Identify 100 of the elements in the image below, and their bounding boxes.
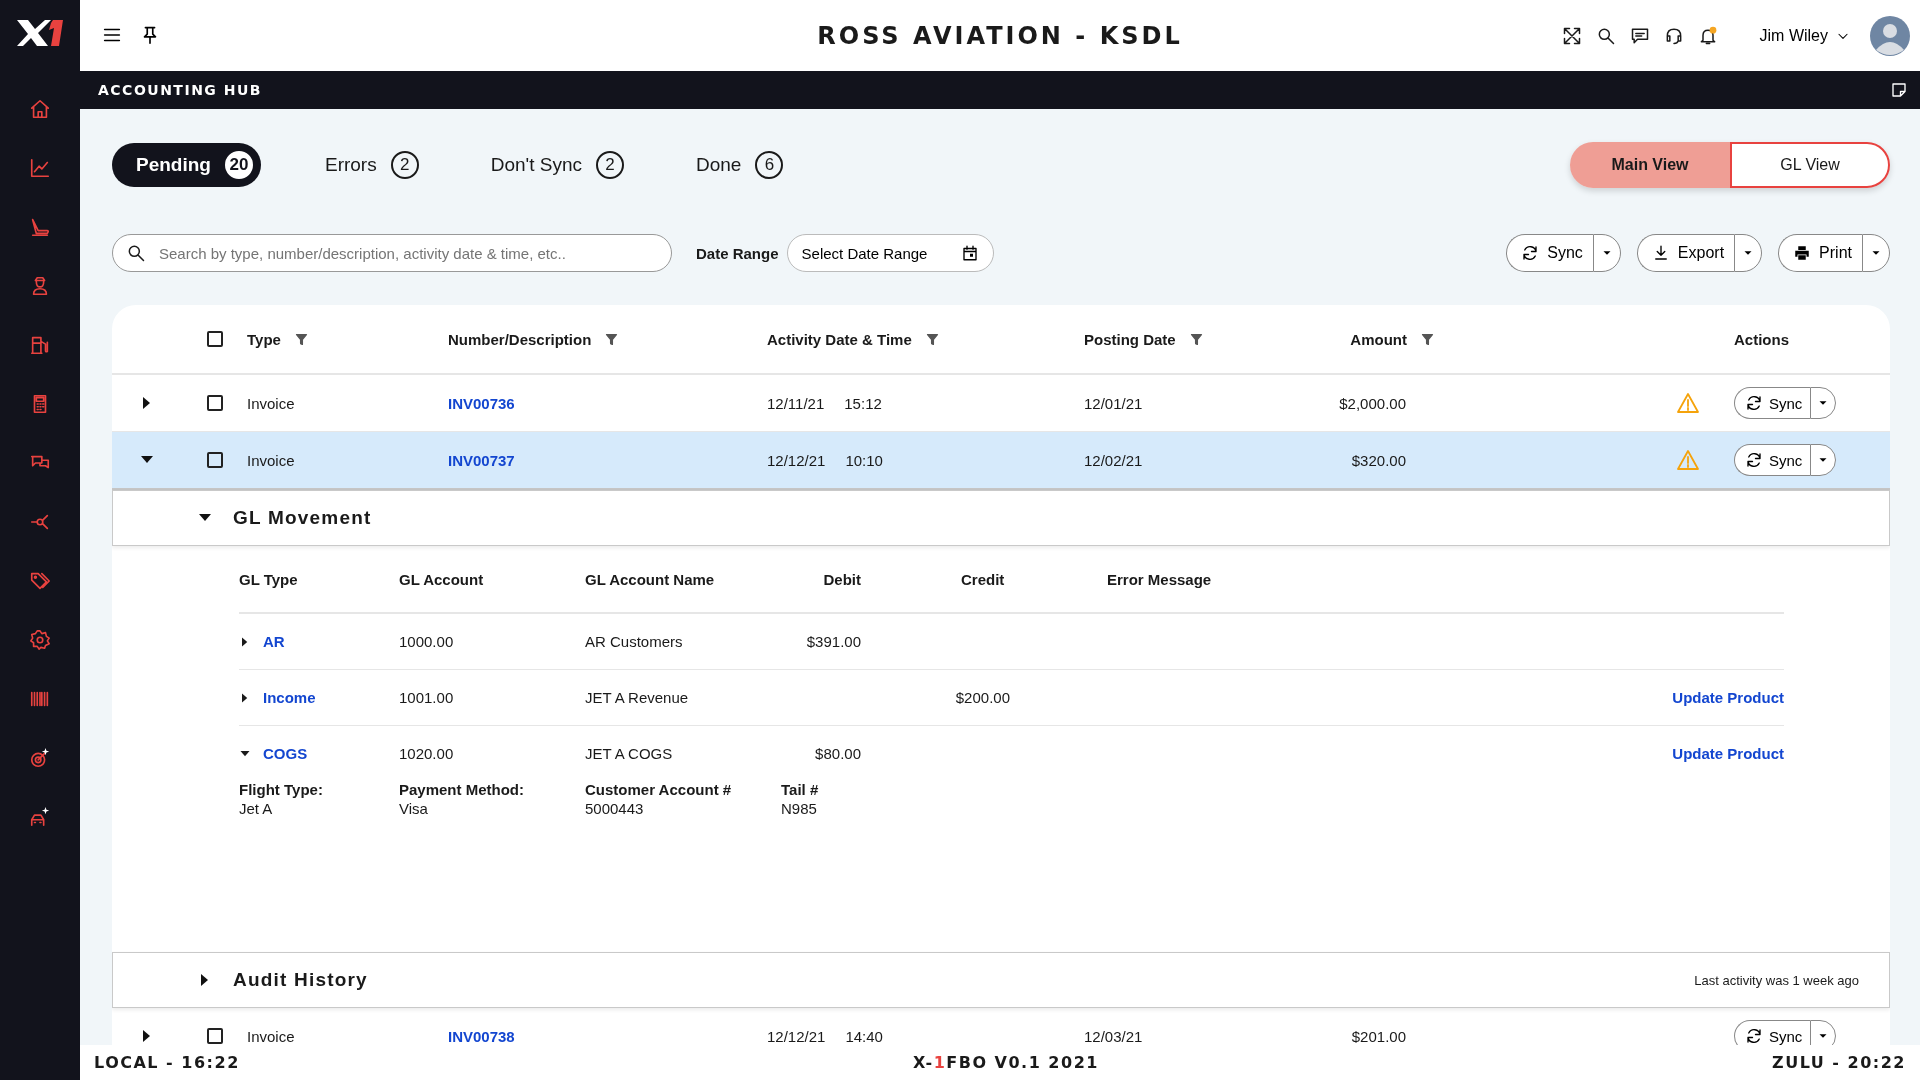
- checkbox[interactable]: [206, 331, 223, 347]
- detail-label: Tail #: [781, 781, 820, 798]
- filter-icon[interactable]: [294, 332, 308, 346]
- table-cell: 1020.00: [399, 745, 454, 762]
- invoice-link[interactable]: INV00736: [448, 394, 515, 412]
- column-header: Error Message: [1107, 570, 1212, 588]
- date-cell: 12/12/21: [767, 451, 826, 469]
- tab[interactable]: Don't Sync 2: [466, 143, 632, 187]
- section-header[interactable]: GL Movement: [112, 490, 1890, 546]
- column-header: GL Account: [399, 570, 484, 588]
- update-product-link[interactable]: Update Product: [1672, 689, 1784, 706]
- section-title: Audit History: [233, 969, 368, 991]
- date-range-label: Date Range: [696, 244, 779, 262]
- view-toggle[interactable]: Main View: [1570, 142, 1730, 188]
- table-cell: 1001.00: [399, 689, 454, 706]
- sync-icon[interactable]: [1521, 244, 1540, 262]
- detail-label: Customer Account #: [585, 781, 733, 798]
- sync-icon[interactable]: [1745, 1027, 1763, 1045]
- column-header: Actions: [1734, 330, 1789, 348]
- filter-icon[interactable]: [1189, 332, 1203, 346]
- table-cell: Invoice: [247, 451, 295, 469]
- column-header: GL Type: [239, 570, 298, 588]
- avatar[interactable]: [1870, 15, 1910, 56]
- expand-icon[interactable]: [1561, 25, 1582, 46]
- date-cell: 12/11/21: [767, 394, 825, 412]
- debit-cell: $391.00: [806, 633, 861, 650]
- gl-type-link[interactable]: Income: [263, 689, 316, 706]
- filter-icon[interactable]: [605, 332, 619, 346]
- sync-icon[interactable]: [1745, 394, 1763, 412]
- logo-icon: [15, 18, 65, 48]
- car-sparkle-icon[interactable]: [29, 806, 51, 828]
- toolbar-button[interactable]: Sync: [1506, 234, 1593, 272]
- column-header: Activity Date & Time: [767, 330, 912, 348]
- column-header: GL Account Name: [585, 570, 715, 588]
- local-time: LOCAL - 16:22: [94, 1053, 240, 1072]
- column-header: Credit: [961, 570, 1005, 588]
- section-title: GL Movement: [233, 507, 372, 529]
- section-header[interactable]: Audit History Last activity was 1 week ago: [112, 952, 1890, 1008]
- detail-label: Payment Method:: [399, 781, 525, 798]
- page-title: ACCOUNTING HUB: [98, 82, 262, 98]
- settings-icon[interactable]: [29, 629, 51, 651]
- amount-cell: $320.00: [1351, 451, 1406, 469]
- tab[interactable]: Errors 2: [300, 143, 427, 187]
- checkbox[interactable]: [206, 452, 223, 468]
- tab[interactable]: Done 6: [671, 143, 792, 187]
- fuel-pump-icon[interactable]: [29, 334, 51, 356]
- toolbar-button[interactable]: Export: [1636, 234, 1735, 272]
- home-icon[interactable]: [29, 98, 51, 120]
- filter-icon[interactable]: [925, 332, 939, 346]
- note-icon[interactable]: [1890, 81, 1908, 99]
- target-sparkle-icon[interactable]: [29, 747, 51, 769]
- user-menu[interactable]: Jim Wiley: [1753, 25, 1856, 46]
- printer-icon[interactable]: [1793, 244, 1812, 262]
- update-product-link[interactable]: Update Product: [1672, 745, 1784, 762]
- zulu-time: ZULU - 20:22: [1772, 1053, 1906, 1072]
- time-cell: 15:12: [844, 394, 882, 412]
- debit-cell: $80.00: [815, 745, 861, 762]
- date-range-picker[interactable]: Select Date Range: [786, 234, 994, 272]
- time-cell: 10:10: [845, 451, 883, 469]
- table-row[interactable]: Invoice INV00737 12/12/21 10:10 12/02/21 $320.00 Sync: [112, 432, 1890, 490]
- checkbox[interactable]: [206, 395, 223, 411]
- time-cell: 14:40: [845, 1027, 883, 1045]
- calendar-icon[interactable]: [960, 244, 979, 262]
- view-toggle[interactable]: GL View: [1730, 142, 1890, 188]
- detail-value: Visa: [399, 800, 429, 817]
- sync-button[interactable]: Sync: [1734, 1020, 1811, 1045]
- table-cell: 1000.00: [399, 633, 454, 650]
- site-title: ROSS AVIATION - KSDL: [817, 21, 1183, 50]
- detail-value: 5000443: [585, 800, 645, 817]
- gl-type-link[interactable]: AR: [263, 633, 285, 650]
- column-header: Number/Description: [448, 330, 592, 348]
- table-cell: Invoice: [247, 1027, 295, 1045]
- invoice-link[interactable]: INV00738: [448, 1027, 515, 1045]
- table-cell: 12/03/21: [1084, 1027, 1143, 1045]
- tag-icon[interactable]: [29, 570, 51, 592]
- invoice-link[interactable]: INV00737: [448, 451, 515, 469]
- search-field[interactable]: Search by type, number/description, activity date & time, etc..: [112, 234, 672, 272]
- table-cell: AR Customers: [585, 633, 683, 650]
- chart-icon[interactable]: [29, 157, 51, 179]
- column-header: Amount: [1350, 330, 1407, 348]
- column-header: Type: [247, 330, 281, 348]
- tab[interactable]: Pending 20: [112, 143, 261, 187]
- amount-cell: $201.00: [1351, 1027, 1406, 1045]
- sync-button[interactable]: Sync: [1734, 387, 1811, 419]
- last-activity-note: Last activity was 1 week ago: [1694, 972, 1859, 988]
- detail-label: Flight Type:: [239, 781, 324, 798]
- detail-value: Jet A: [239, 800, 274, 817]
- toolbar-button[interactable]: Print: [1778, 234, 1862, 272]
- gl-type-link[interactable]: COGS: [263, 745, 308, 762]
- detail-value: N985: [781, 800, 818, 817]
- filter-icon[interactable]: [1421, 332, 1434, 346]
- date-cell: 12/12/21: [767, 1027, 826, 1045]
- sync-icon[interactable]: [1745, 451, 1763, 469]
- sync-button[interactable]: Sync: [1734, 444, 1811, 476]
- table-cell: JET A COGS: [585, 745, 673, 762]
- amount-cell: $2,000.00: [1339, 394, 1406, 412]
- column-header: Posting Date: [1084, 330, 1176, 348]
- version-label: X-1FBO V0.1 2021: [912, 1053, 1099, 1072]
- column-header: Debit: [823, 570, 861, 588]
- table-cell: Invoice: [247, 394, 295, 412]
